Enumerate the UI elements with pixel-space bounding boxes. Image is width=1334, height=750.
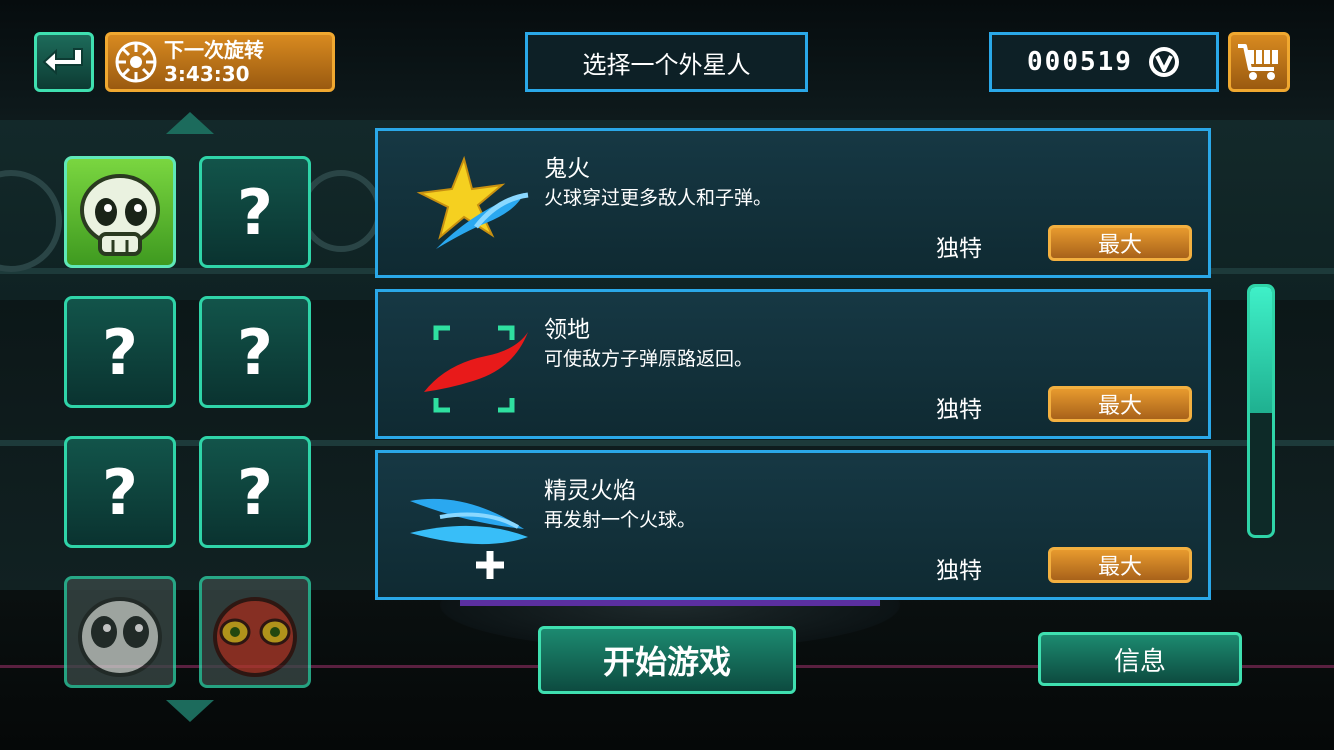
ability-max-button[interactable]: 最大 (1048, 225, 1192, 261)
coin-counter: 000519 (989, 32, 1219, 92)
scrollbar-thumb[interactable] (1250, 287, 1272, 413)
alien-slot-2[interactable]: ? (199, 156, 311, 268)
ability-card-3: 精灵火焰 再发射一个火球。 独特 最大 (375, 450, 1211, 600)
alien-slot-4[interactable]: ? (199, 296, 311, 408)
ability-max-label: 最大 (1097, 394, 1142, 419)
locked-alien-mark: ? (237, 175, 273, 249)
ability-tag: 独特 (936, 558, 982, 584)
next-spin-timer[interactable]: 下一次旋转 3:43:30 (105, 32, 335, 92)
back-button[interactable] (34, 32, 94, 92)
sprite-flame-icon (410, 498, 528, 579)
locked-alien-mark: ? (237, 455, 273, 529)
start-game-button[interactable]: 开始游戏 (538, 626, 796, 694)
ability-name: 领地 (544, 317, 590, 343)
alien-slot-5[interactable]: ? (64, 436, 176, 548)
locked-alien-mark: ? (237, 315, 273, 389)
alien-slot-8[interactable] (199, 576, 311, 688)
alien-slot-6[interactable]: ? (199, 436, 311, 548)
ability-description: 火球穿过更多敌人和子弹。 (544, 187, 773, 209)
cart-icon (1238, 44, 1278, 80)
start-game-label: 开始游戏 (602, 643, 731, 681)
currency-icon (1148, 47, 1179, 77)
ability-name: 鬼火 (544, 156, 590, 182)
info-label: 信息 (1113, 646, 1166, 677)
alien-slot-7[interactable] (64, 576, 176, 688)
grey-alien-icon (78, 597, 162, 677)
coin-value: 000519 (1027, 47, 1133, 77)
locked-alien-mark: ? (102, 455, 138, 529)
shop-cart-button[interactable] (1228, 32, 1290, 92)
ability-description: 可使敌方子弹原路返回。 (544, 348, 754, 370)
page-title: 选择一个外星人 (525, 32, 808, 92)
info-button[interactable]: 信息 (1038, 632, 1242, 686)
ability-description: 再发射一个火球。 (544, 509, 697, 531)
alien-slot-3[interactable]: ? (64, 296, 176, 408)
alien-slot-1[interactable] (64, 156, 176, 268)
page-title-text: 选择一个外星人 (582, 50, 751, 79)
ability-tag: 独特 (936, 397, 982, 423)
scroll-down-arrow[interactable] (166, 700, 214, 722)
red-alien-icon (213, 597, 297, 677)
ability-max-label: 最大 (1097, 233, 1142, 258)
back-arrow-icon (42, 48, 83, 76)
skull-alien-icon (80, 174, 160, 256)
ability-max-button[interactable]: 最大 (1048, 547, 1192, 583)
ability-scrollbar[interactable] (1247, 284, 1275, 538)
ability-card-2: 领地 可使敌方子弹原路返回。 独特 最大 (375, 289, 1211, 439)
ghost-fire-icon (416, 155, 529, 249)
next-spin-label: 下一次旋转 (164, 38, 264, 62)
territory-icon (424, 325, 528, 413)
ability-max-label: 最大 (1097, 555, 1142, 580)
ability-tag: 独特 (936, 236, 982, 262)
ability-card-1: 鬼火 火球穿过更多敌人和子弹。 独特 最大 (375, 128, 1211, 278)
wheel-icon (115, 41, 157, 83)
locked-alien-mark: ? (102, 315, 138, 389)
next-spin-countdown: 3:43:30 (164, 62, 250, 86)
ability-max-button[interactable]: 最大 (1048, 386, 1192, 422)
ability-name: 精灵火焰 (544, 478, 636, 504)
scroll-up-arrow[interactable] (166, 112, 214, 134)
